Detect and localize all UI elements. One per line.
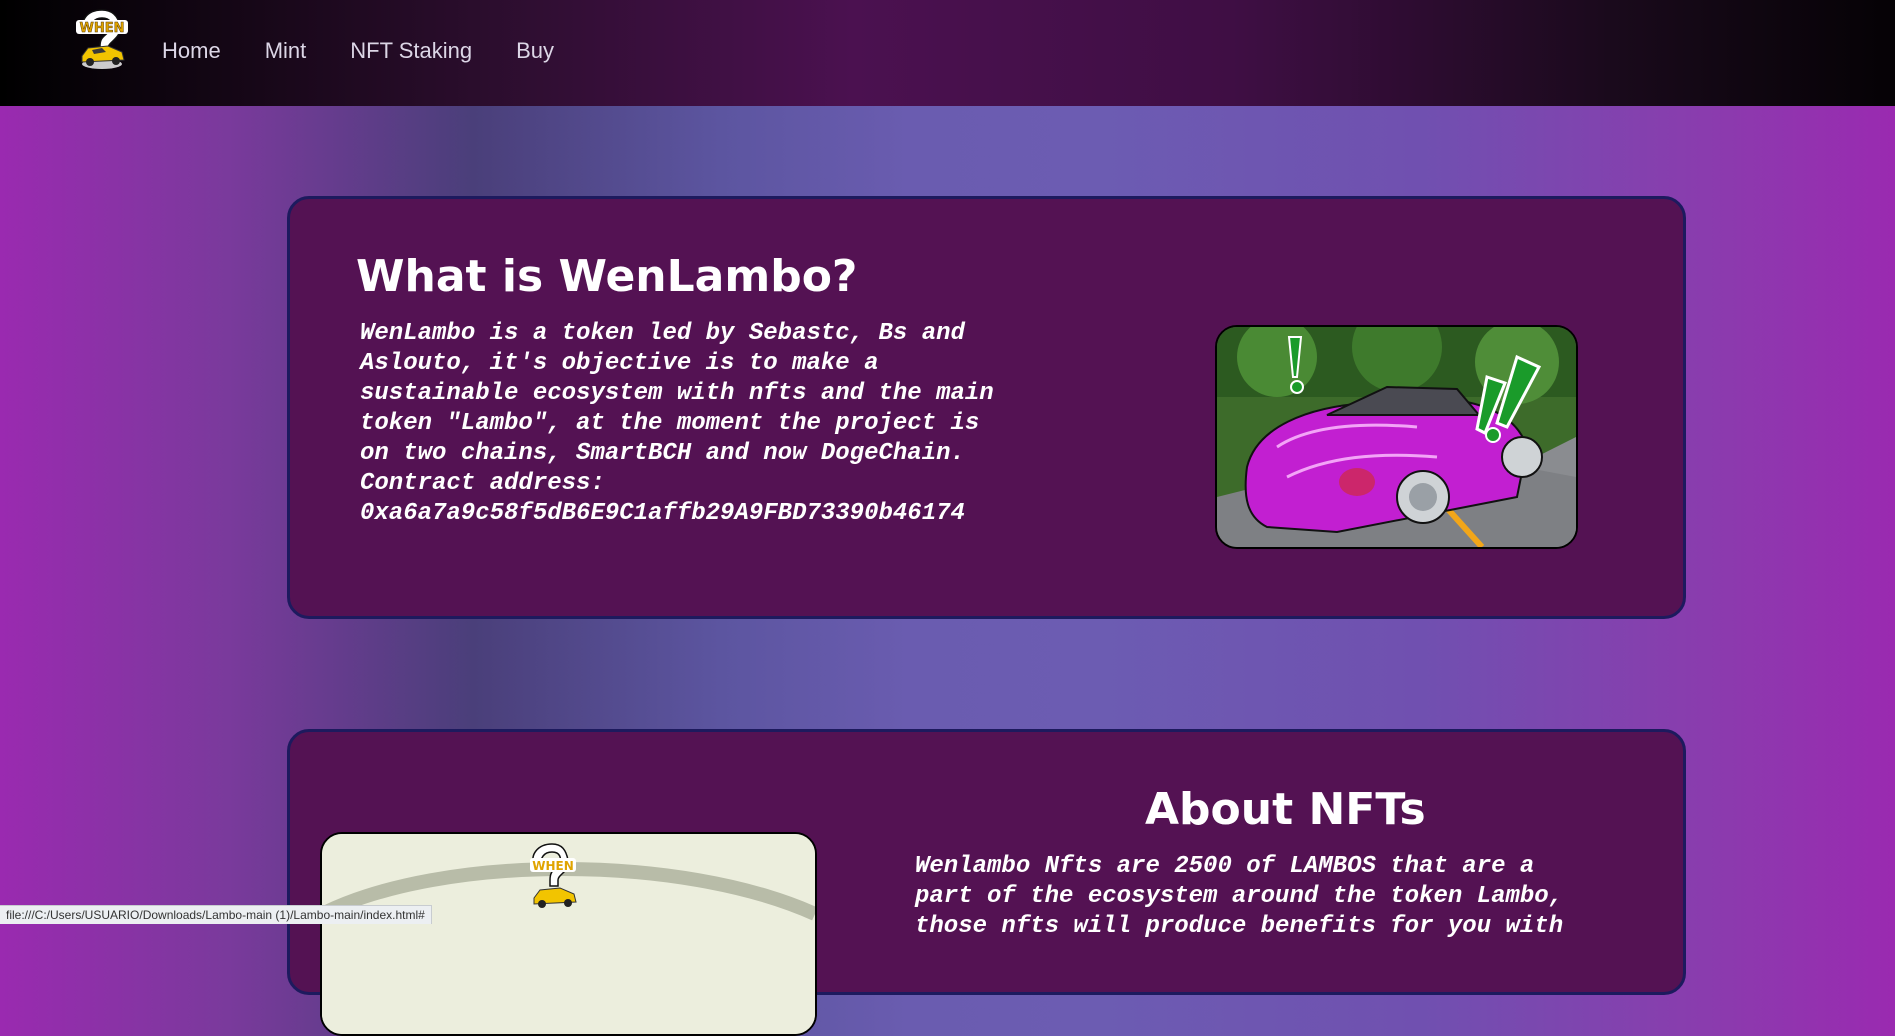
description-line: those nfts will produce benefits for you…: [915, 913, 1564, 940]
contract-address-value: 0xa6a7a9c58f5dB6E9C1affb29A9FBD73390b461…: [360, 500, 965, 527]
browser-status-bar: file:///C:/Users/USUARIO/Downloads/Lambo…: [0, 905, 432, 924]
nav-home-link[interactable]: Home: [162, 38, 221, 64]
wenlambo-logo[interactable]: WHEN: [74, 6, 130, 70]
what-is-wenlambo-title: What is WenLambo?: [356, 251, 858, 302]
nft-logo-text: WHEN: [532, 859, 574, 873]
logo-text: WHEN: [80, 21, 125, 36]
description-line: Aslouto, it's objective is to make a: [360, 350, 879, 377]
nav-links: Home Mint NFT Staking Buy: [162, 38, 598, 64]
about-nfts-card: WHEN About NFTs Wenlambo Nfts are 2500 o…: [287, 729, 1686, 1036]
description-line: on two chains, SmartBCH and now DogeChai…: [360, 440, 965, 467]
description-line: WenLambo is a token led by Sebastc, Bs a…: [360, 320, 965, 347]
nav-nft-staking-link[interactable]: NFT Staking: [350, 38, 472, 64]
navbar: WHEN Home Mint NFT Staking Buy: [0, 0, 1895, 106]
about-nfts-title: About NFTs: [1145, 784, 1426, 835]
nav-mint-link[interactable]: Mint: [265, 38, 307, 64]
description-line: token "Lambo", at the moment the project…: [360, 410, 980, 437]
description-line: part of the ecosystem around the token L…: [915, 883, 1564, 910]
description-line: Wenlambo Nfts are 2500 of LAMBOS that ar…: [915, 853, 1535, 880]
description-line: sustainable ecosystem with nfts and the …: [360, 380, 994, 407]
lambo-car-image: [1215, 325, 1578, 549]
nav-buy-link[interactable]: Buy: [516, 38, 554, 64]
what-is-wenlambo-card: What is WenLambo? WenLambo is a token le…: [287, 196, 1686, 619]
nft-preview-image: WHEN: [320, 832, 817, 1036]
contract-address-label: Contract address:: [360, 470, 605, 497]
about-nfts-description: Wenlambo Nfts are 2500 of LAMBOS that ar…: [915, 852, 1635, 942]
what-is-wenlambo-description: WenLambo is a token led by Sebastc, Bs a…: [360, 319, 1080, 529]
